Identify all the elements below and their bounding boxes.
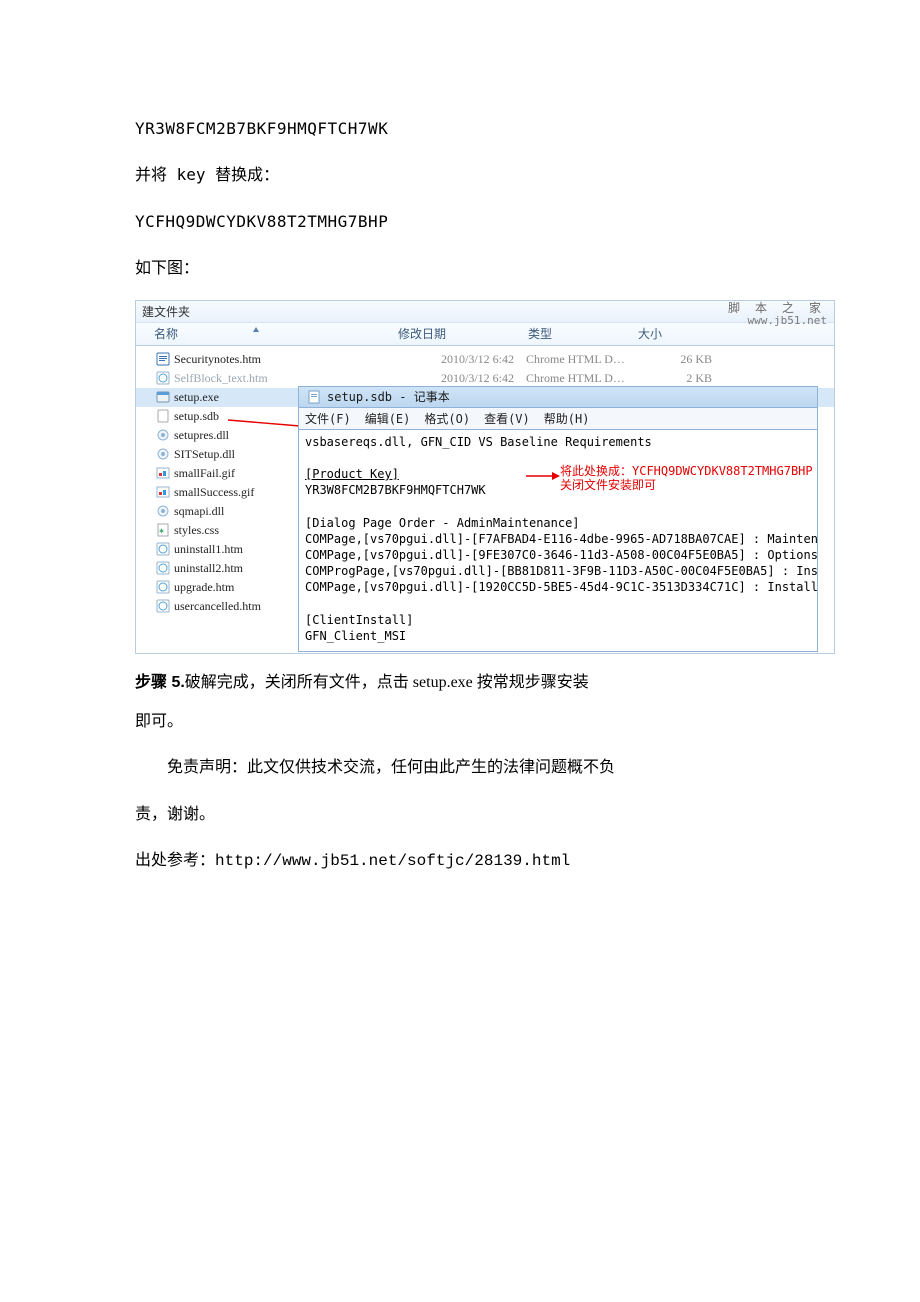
np-line: vsbasereqs.dll, GFN_CID VS Baseline Requ… <box>305 435 652 449</box>
notepad-menubar: 文件(F) 编辑(E) 格式(O) 查看(V) 帮助(H) <box>298 408 818 430</box>
file-dll-icon <box>156 504 170 518</box>
menu-view[interactable]: 查看(V) <box>484 410 530 427</box>
file-name: setup.exe <box>174 390 219 405</box>
menu-edit[interactable]: 编辑(E) <box>365 410 411 427</box>
toolbar-label: 建文件夹 <box>142 305 190 319</box>
file-dll-icon <box>156 447 170 461</box>
file-gif-icon <box>156 485 170 499</box>
file-name: setup.sdb <box>174 409 219 424</box>
np-line: YR3W8FCM2B7BKF9HMQFTCH7WK <box>305 483 486 497</box>
np-line: COMProgPage,[vs70pgui.dll]-[BB81D811-3F9… <box>305 564 818 578</box>
file-gif-icon <box>156 466 170 480</box>
file-row[interactable]: Securitynotes.htm 2010/3/12 6:42 Chrome … <box>136 350 834 369</box>
file-name: usercancelled.htm <box>174 599 261 614</box>
key-new: YCFHQ9DWCYDKV88T2TMHG7BHP <box>135 203 785 241</box>
notepad-window: setup.sdb - 记事本 文件(F) 编辑(E) 格式(O) 查看(V) … <box>298 386 818 652</box>
file-htm-icon <box>156 542 170 556</box>
step5-rest: 破解完成，关闭所有文件，点击 setup.exe 按常规步骤安装 <box>185 674 589 691</box>
col-size[interactable]: 大小 <box>638 325 834 342</box>
file-name: SITSetup.dll <box>174 447 235 462</box>
file-name: upgrade.htm <box>174 580 234 595</box>
file-name: smallSuccess.gif <box>174 485 254 500</box>
file-dll-icon <box>156 428 170 442</box>
svg-text:✱: ✱ <box>159 528 164 535</box>
file-size: 26 KB <box>642 352 712 367</box>
annotation-text: 将此处换成：YCFHQ9DWCYDKV88T2TMHG7BHP 关闭文件安装即可 <box>560 464 813 493</box>
file-size: 2 KB <box>642 371 712 386</box>
disclaimer-cont: 责，谢谢。 <box>135 795 785 833</box>
file-htm-icon <box>156 371 170 385</box>
menu-format[interactable]: 格式(O) <box>424 410 470 427</box>
file-sdb-icon <box>156 409 170 423</box>
file-name: styles.css <box>174 523 219 538</box>
disclaimer: 免责声明：此文仅供技术交流，任何由此产生的法律问题概不负 <box>135 748 785 786</box>
file-date: 2010/3/12 6:42 <box>400 352 522 367</box>
np-line: GFN_Client_MSI <box>305 629 406 643</box>
step5: 步骤 5.破解完成，关闭所有文件，点击 setup.exe 按常规步骤安装 <box>135 664 785 702</box>
notepad-title: setup.sdb - 记事本 <box>327 388 450 405</box>
explorer-body: Securitynotes.htm 2010/3/12 6:42 Chrome … <box>135 346 835 654</box>
annotation-line1: 将此处换成：YCFHQ9DWCYDKV88T2TMHG7BHP <box>560 464 813 478</box>
file-htm-icon <box>156 599 170 613</box>
replace-label: 并将 key 替换成： <box>135 156 785 194</box>
file-htm-icon <box>156 580 170 594</box>
np-line: [Product Key] <box>305 467 399 481</box>
key-old: YR3W8FCM2B7BKF9HMQFTCH7WK <box>135 110 785 148</box>
source: 出处参考：http://www.jb51.net/softjc/28139.ht… <box>135 841 785 880</box>
file-name: sqmapi.dll <box>174 504 224 519</box>
file-css-icon: ✱ <box>156 523 170 537</box>
notepad-titlebar[interactable]: setup.sdb - 记事本 <box>298 386 818 408</box>
file-date: 2010/3/12 6:42 <box>400 371 522 386</box>
file-name: SelfBlock_text.htm <box>174 371 396 386</box>
file-name: uninstall2.htm <box>174 561 243 576</box>
screenshot: 脚 本 之 家 www.jb51.net 建文件夹 名称 修改日期 类型 大小 <box>135 300 835 654</box>
col-type[interactable]: 类型 <box>528 325 638 342</box>
notepad-icon <box>307 390 321 404</box>
step5-prefix: 步骤 5. <box>135 674 185 691</box>
menu-file[interactable]: 文件(F) <box>305 410 351 427</box>
col-name[interactable]: 名称 <box>136 325 398 342</box>
col-date[interactable]: 修改日期 <box>398 325 528 342</box>
menu-help[interactable]: 帮助(H) <box>544 410 590 427</box>
np-line: COMPage,[vs70pgui.dll]-[F7AFBAD4-E116-4d… <box>305 532 818 546</box>
file-doc-icon <box>156 352 170 366</box>
np-line: [Dialog Page Order - AdminMaintenance] <box>305 516 580 530</box>
file-name: Securitynotes.htm <box>174 352 396 367</box>
file-name: smallFail.gif <box>174 466 235 481</box>
source-prefix: 出处参考： <box>135 850 215 869</box>
watermark-url: www.jb51.net <box>728 315 827 327</box>
np-line: [ClientInstall] <box>305 613 413 627</box>
sort-asc-icon <box>252 326 260 334</box>
file-type: Chrome HTML D… <box>522 352 642 367</box>
np-line: COMPage,[vs70pgui.dll]-[9FE307C0-3646-11… <box>305 548 818 562</box>
file-name: uninstall1.htm <box>174 542 243 557</box>
source-url: http://www.jb51.net/softjc/28139.html <box>215 852 570 870</box>
see-figure: 如下图： <box>135 249 785 287</box>
np-line: COMPage,[vs70pgui.dll]-[1920CC5D-5BE5-45… <box>305 580 818 594</box>
step5-cont: 即可。 <box>135 702 785 740</box>
file-exe-icon <box>156 390 170 404</box>
annotation-line2: 关闭文件安装即可 <box>560 478 813 492</box>
file-name: setupres.dll <box>174 428 229 443</box>
watermark-cn: 脚 本 之 家 <box>728 302 827 315</box>
file-type: Chrome HTML D… <box>522 371 642 386</box>
watermark: 脚 本 之 家 www.jb51.net <box>728 302 827 327</box>
col-name-label: 名称 <box>154 325 178 342</box>
file-htm-icon <box>156 561 170 575</box>
